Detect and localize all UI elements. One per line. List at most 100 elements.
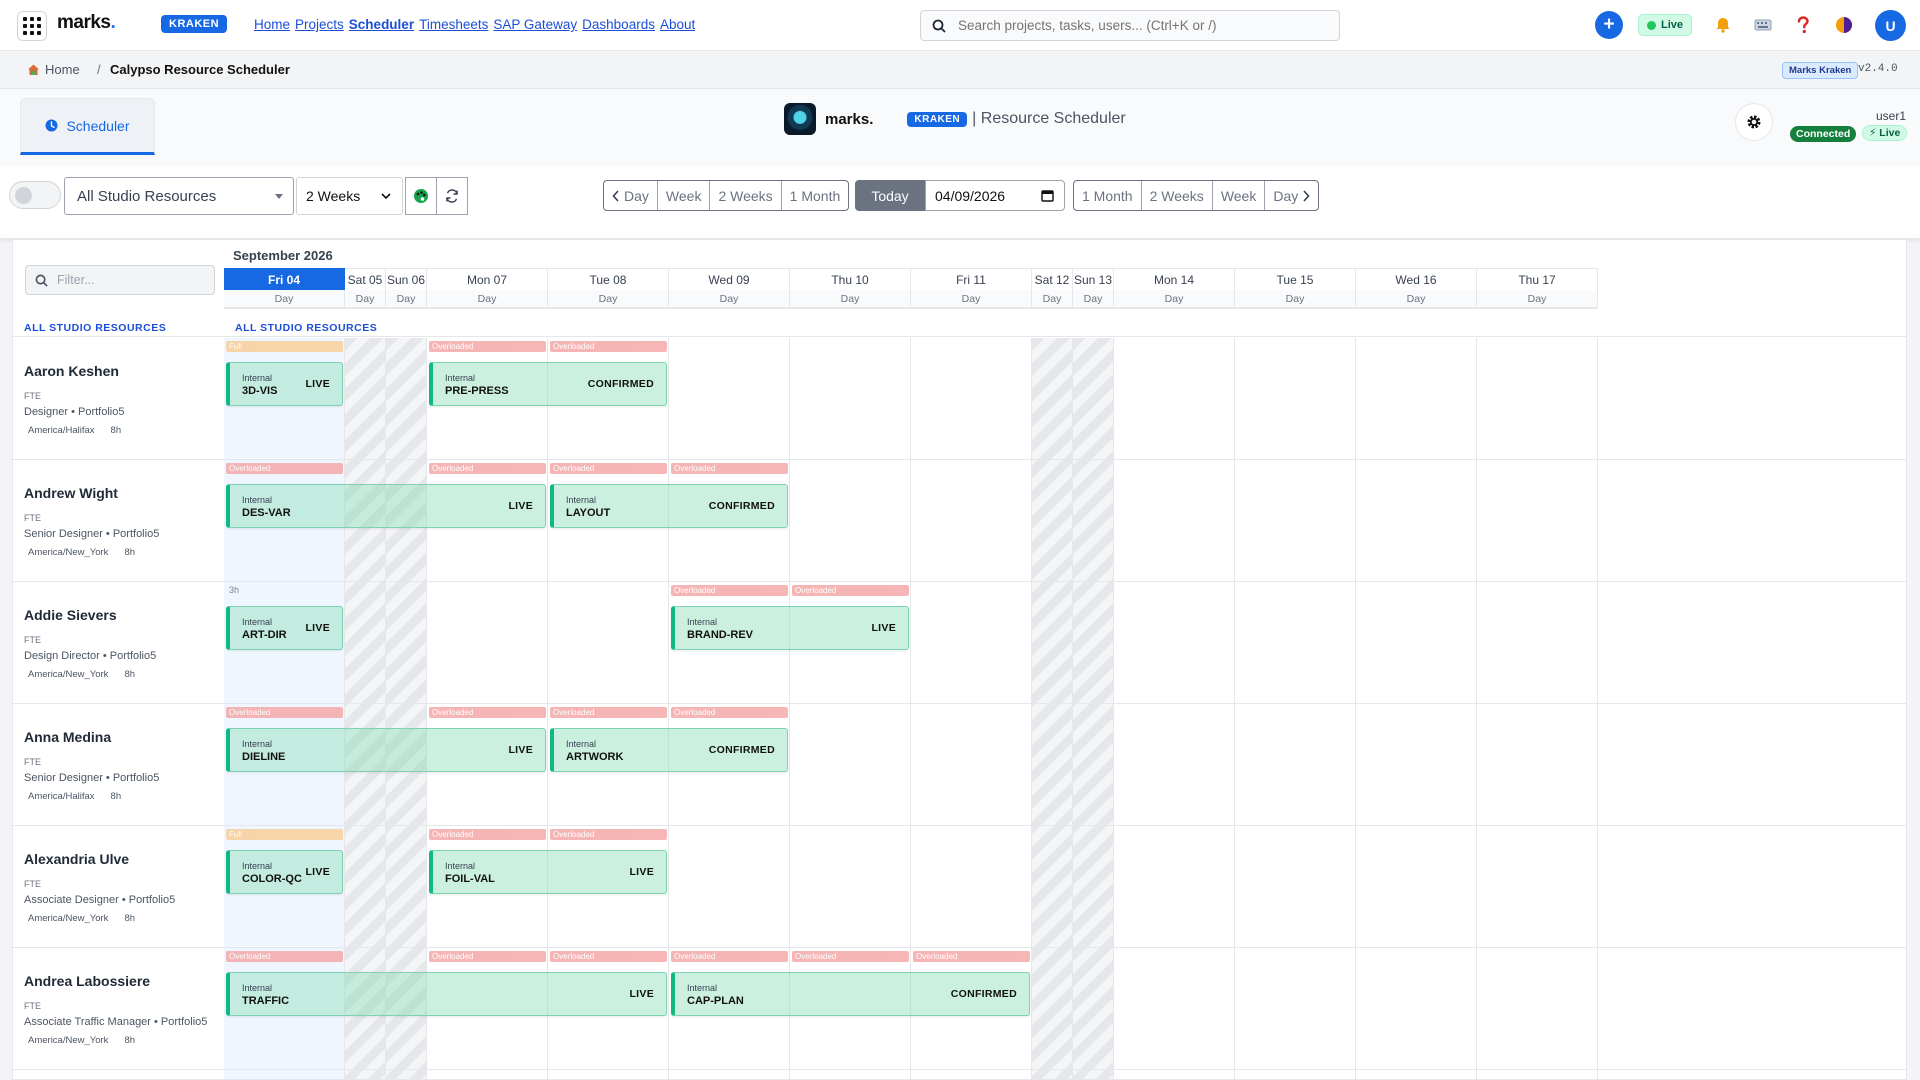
- view-toggle[interactable]: [9, 181, 61, 209]
- resource-timezone: America/Halifax: [28, 791, 95, 802]
- assignment-bar[interactable]: Internal COLOR-QC LIVE: [226, 850, 343, 894]
- range-button-label: Day: [1273, 187, 1299, 204]
- help-icon[interactable]: [1793, 15, 1813, 35]
- logo[interactable]: marks.: [57, 12, 116, 34]
- assignment-kind: Internal: [687, 983, 718, 993]
- day-header[interactable]: Wed 09: [669, 268, 790, 290]
- capacity-indicator: Overloaded: [429, 707, 546, 718]
- day-header[interactable]: Fri 04: [224, 268, 345, 290]
- day-subheader: Day: [669, 290, 790, 309]
- tenant-chip: Marks Kraken: [1782, 62, 1859, 79]
- assignment-bar[interactable]: Internal FOIL-VAL LIVE: [429, 850, 667, 894]
- resource-info[interactable]: Alexandria Ulve FTE Associate Designer • P…: [24, 851, 175, 924]
- day-header[interactable]: Sun 06: [386, 268, 427, 290]
- day-header[interactable]: Thu 17: [1477, 268, 1598, 290]
- resource-select[interactable]: All Studio Resources: [64, 177, 294, 215]
- resource-info[interactable]: Andrea Labossiere FTE Associate Traffic Ma…: [24, 973, 207, 1046]
- main-nav: Home Projects Scheduler Timesheets SAP Gatew…: [254, 17, 695, 32]
- resource-info[interactable]: Addie Sievers FTE Design Director • Portfo…: [24, 607, 156, 680]
- assignment-kind: Internal: [242, 861, 273, 871]
- theme-toggle-icon[interactable]: [1834, 15, 1854, 35]
- refresh-button[interactable]: [436, 177, 468, 215]
- capacity-indicator: Overloaded: [226, 463, 343, 474]
- resource-timezone: America/New_York: [28, 547, 109, 558]
- resource-type: FTE: [24, 635, 41, 645]
- bell-icon[interactable]: [1713, 15, 1733, 35]
- range-button-label: 1 Month: [1082, 187, 1133, 204]
- assignment-bar[interactable]: Internal DIELINE LIVE: [226, 728, 546, 772]
- day-header[interactable]: Tue 15: [1235, 268, 1356, 290]
- back-day-button[interactable]: Day: [604, 181, 658, 210]
- assignment-bar[interactable]: Internal BRAND-REV LIVE: [671, 606, 909, 650]
- assignment-bar[interactable]: Internal ART-DIR LIVE: [226, 606, 343, 650]
- assignment-bar[interactable]: Internal PRE-PRESS CONFIRMED: [429, 362, 667, 406]
- day-header[interactable]: Fri 11: [911, 268, 1032, 290]
- back-1-month-button[interactable]: 1 Month: [782, 181, 849, 210]
- day-subheader: Day: [1073, 290, 1114, 309]
- day-header[interactable]: Mon 07: [427, 268, 548, 290]
- assignment-status: LIVE: [508, 500, 533, 512]
- global-search[interactable]: [920, 10, 1340, 41]
- assignment-bar[interactable]: Internal ARTWORK CONFIRMED: [550, 728, 788, 772]
- assignment-task: DES-VAR: [242, 507, 291, 519]
- assignment-kind: Internal: [566, 739, 597, 749]
- nav-link-home[interactable]: Home: [254, 17, 290, 32]
- settings-button[interactable]: [1735, 103, 1773, 141]
- assignment-task: COLOR-QC: [242, 873, 302, 885]
- today-button[interactable]: Today: [855, 180, 925, 211]
- resource-info[interactable]: Andrew Wight FTE Senior Designer • Portfol…: [24, 485, 159, 558]
- resource-info[interactable]: Aaron Keshen FTE Designer • Portfolio5 Amer…: [24, 363, 124, 436]
- create-button[interactable]: +: [1595, 11, 1623, 39]
- range-select[interactable]: 2 Weeks: [296, 177, 403, 215]
- assignment-kind: Internal: [242, 739, 273, 749]
- day-header[interactable]: Sun 13: [1073, 268, 1114, 290]
- assignment-bar[interactable]: Internal CAP-PLAN CONFIRMED: [671, 972, 1030, 1016]
- day-header[interactable]: Mon 14: [1114, 268, 1235, 290]
- nav-link-dashboards[interactable]: Dashboards: [582, 17, 655, 32]
- forward-1-month-button[interactable]: 1 Month: [1074, 181, 1142, 210]
- day-column: [386, 338, 427, 1079]
- nav-link-timesheets[interactable]: Timesheets: [419, 17, 488, 32]
- breadcrumb-home[interactable]: Home: [27, 62, 80, 77]
- resource-info[interactable]: Anna Medina FTE Senior Designer • Portfoli…: [24, 729, 159, 802]
- assignment-bar[interactable]: Internal 3D-VIS LIVE: [226, 362, 343, 406]
- forward-day-button[interactable]: Day: [1265, 181, 1318, 210]
- assignment-bar[interactable]: Internal DES-VAR LIVE: [226, 484, 546, 528]
- forward-2-weeks-button[interactable]: 2 Weeks: [1142, 181, 1213, 210]
- nav-link-projects[interactable]: Projects: [295, 17, 344, 32]
- day-header[interactable]: Wed 16: [1356, 268, 1477, 290]
- assignment-bar[interactable]: Internal TRAFFIC LIVE: [226, 972, 667, 1016]
- day-header[interactable]: Thu 10: [790, 268, 911, 290]
- breadcrumb-current: Calypso Resource Scheduler: [110, 62, 290, 77]
- forward-week-button[interactable]: Week: [1213, 181, 1266, 210]
- resource-type: FTE: [24, 391, 41, 401]
- resource-role: Designer • Portfolio5: [24, 406, 125, 418]
- day-header[interactable]: Sat 12: [1032, 268, 1073, 290]
- resource-filter-input[interactable]: Filter...: [25, 265, 215, 295]
- tab-scheduler[interactable]: Scheduler: [20, 98, 155, 155]
- search-input[interactable]: [958, 18, 1318, 33]
- capacity-indicator: Overloaded: [671, 463, 788, 474]
- back-2-weeks-button[interactable]: 2 Weeks: [710, 181, 782, 210]
- app-version: v2.4.0: [1858, 63, 1898, 75]
- back-week-button[interactable]: Week: [658, 181, 711, 210]
- capacity-indicator: Overloaded: [550, 951, 667, 962]
- nav-link-about[interactable]: About: [660, 17, 695, 32]
- resource-hours: 8h: [124, 913, 136, 924]
- day-header[interactable]: Sat 05: [345, 268, 386, 290]
- capacity-indicator: Overloaded: [671, 707, 788, 718]
- day-column: [790, 338, 911, 1079]
- nav-link-scheduler[interactable]: Scheduler: [349, 17, 414, 32]
- day-header[interactable]: Tue 08: [548, 268, 669, 290]
- nav-link-sap-gateway[interactable]: SAP Gateway: [493, 17, 577, 32]
- assignment-bar[interactable]: Internal LAYOUT CONFIRMED: [550, 484, 788, 528]
- search-icon: [35, 274, 48, 287]
- color-palette-button[interactable]: [405, 177, 437, 215]
- app-launcher-icon[interactable]: [17, 11, 47, 41]
- user-avatar[interactable]: U: [1875, 10, 1906, 41]
- keyboard-icon[interactable]: [1753, 15, 1773, 35]
- day-subheader: Day: [1477, 290, 1598, 309]
- assignment-status: CONFIRMED: [708, 500, 775, 512]
- date-picker[interactable]: 04/09/2026: [925, 180, 1065, 211]
- live-status-pill[interactable]: Live: [1638, 14, 1693, 36]
